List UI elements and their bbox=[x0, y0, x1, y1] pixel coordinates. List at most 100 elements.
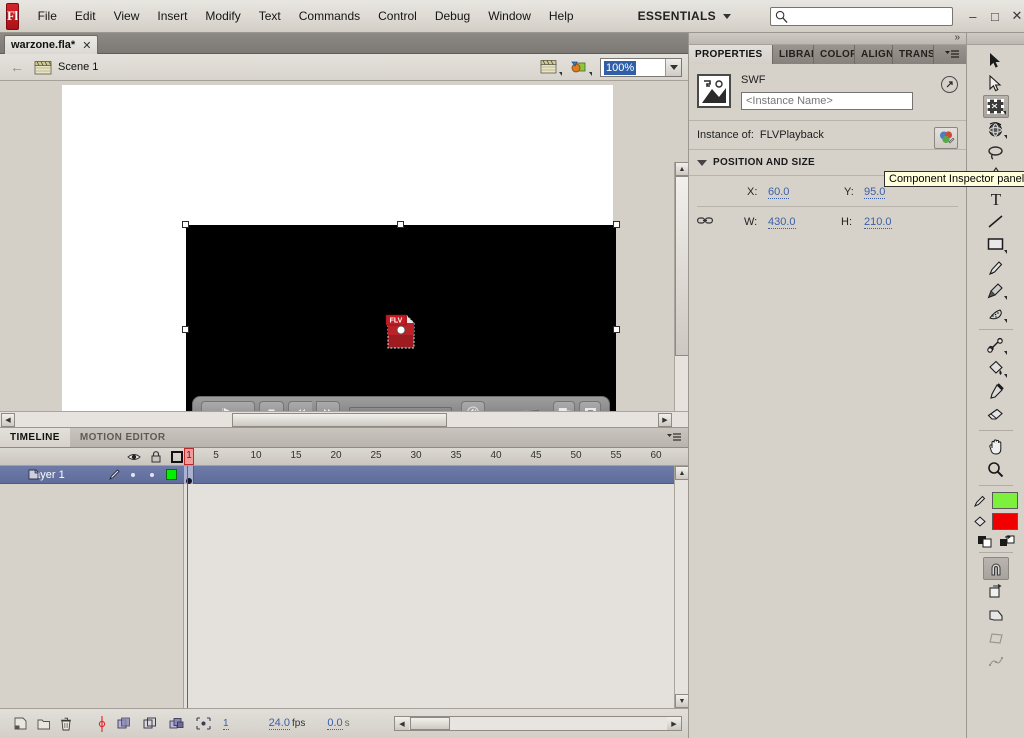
menu-modify[interactable]: Modify bbox=[196, 6, 249, 26]
fill-color-swatch[interactable] bbox=[992, 513, 1018, 530]
tab-timeline[interactable]: TIMELINE bbox=[0, 428, 70, 447]
eyedropper-tool[interactable] bbox=[983, 380, 1009, 403]
menu-view[interactable]: View bbox=[105, 6, 149, 26]
minimize-button[interactable]: – bbox=[963, 7, 983, 25]
tool-submenu-arrow-icon-6[interactable] bbox=[1003, 319, 1007, 323]
scroll-v-thumb[interactable] bbox=[675, 176, 688, 356]
tool-submenu-arrow-icon-7[interactable] bbox=[1003, 351, 1007, 355]
black-and-white-icon[interactable] bbox=[977, 535, 993, 548]
menu-window[interactable]: Window bbox=[479, 6, 540, 26]
selection-handle-tr[interactable] bbox=[613, 221, 620, 228]
zoom-dropdown-button[interactable] bbox=[665, 59, 681, 76]
menu-insert[interactable]: Insert bbox=[148, 6, 196, 26]
scroll-left-arrow[interactable]: ◀ bbox=[1, 413, 15, 427]
new-layer-icon[interactable] bbox=[14, 717, 28, 730]
menu-debug[interactable]: Debug bbox=[426, 6, 479, 26]
menu-commands[interactable]: Commands bbox=[290, 6, 369, 26]
scroll-up-arrow[interactable]: ▲ bbox=[675, 162, 688, 176]
snap-to-objects-option[interactable] bbox=[982, 557, 1009, 580]
edit-in-new-window-icon[interactable] bbox=[941, 76, 958, 93]
disclosure-triangle-icon[interactable] bbox=[697, 159, 707, 166]
menu-text[interactable]: Text bbox=[250, 6, 290, 26]
selection-tool[interactable] bbox=[983, 49, 1009, 72]
position-and-size-section-header[interactable]: POSITION AND SIZE bbox=[689, 152, 966, 173]
timeline-layer-row[interactable]: Layer 1 bbox=[0, 466, 674, 484]
tab-properties[interactable]: PROPERTIES bbox=[689, 45, 773, 64]
timeline-scroll-left-arrow[interactable]: ◀ bbox=[395, 717, 409, 730]
selection-handle-mr[interactable] bbox=[613, 326, 620, 333]
layer-outline-color-swatch[interactable] bbox=[166, 469, 177, 480]
zoom-level-combo[interactable]: 100% bbox=[600, 58, 682, 77]
timeline-vertical-scrollbar[interactable]: ▲ ▼ bbox=[674, 466, 689, 708]
modify-onion-markers-icon[interactable] bbox=[196, 717, 211, 730]
spray-brush-tool[interactable] bbox=[983, 302, 1009, 325]
eraser-tool[interactable] bbox=[983, 403, 1009, 426]
line-tool[interactable] bbox=[983, 210, 1009, 233]
onion-skin-icon[interactable] bbox=[117, 717, 131, 730]
scroll-h-thumb[interactable] bbox=[232, 413, 447, 427]
current-frame-value[interactable]: 1 bbox=[223, 718, 229, 730]
timeline-scroll-right-arrow[interactable]: ▶ bbox=[667, 717, 681, 730]
menu-file[interactable]: File bbox=[29, 6, 66, 26]
stroke-color-swatch[interactable] bbox=[992, 492, 1018, 509]
panel-options-icon[interactable] bbox=[944, 49, 960, 62]
fps-indicator[interactable]: 24.0 fps bbox=[268, 717, 305, 730]
flvplayback-instance[interactable]: FLV bbox=[182, 221, 620, 426]
stage-area[interactable]: FLV ▲ bbox=[0, 81, 688, 426]
layer-visibility-dot[interactable] bbox=[131, 472, 135, 477]
edit-symbols-icon[interactable] bbox=[570, 59, 592, 77]
trash-icon[interactable] bbox=[60, 717, 72, 731]
distort-option[interactable] bbox=[983, 626, 1009, 649]
pencil-tool[interactable] bbox=[983, 256, 1009, 279]
timeline-scroll-down-arrow[interactable]: ▼ bbox=[675, 694, 689, 708]
panel-menu-icon[interactable] bbox=[666, 432, 682, 446]
stage-canvas[interactable]: FLV bbox=[62, 85, 620, 426]
free-transform-tool[interactable] bbox=[982, 95, 1009, 118]
fps-value[interactable]: 24.0 bbox=[268, 717, 290, 730]
tab-color[interactable]: COLOR bbox=[814, 45, 855, 64]
instance-name-input[interactable] bbox=[741, 92, 913, 110]
center-frame-icon[interactable] bbox=[97, 715, 107, 732]
timeline-scroll-up-arrow[interactable]: ▲ bbox=[675, 466, 689, 480]
tool-submenu-arrow-icon-5[interactable] bbox=[1003, 296, 1007, 300]
tool-submenu-arrow-icon-4[interactable] bbox=[1003, 250, 1007, 254]
frames-grid-background[interactable] bbox=[184, 484, 674, 708]
w-value[interactable]: 430.0 bbox=[768, 216, 796, 229]
scroll-right-arrow[interactable]: ▶ bbox=[658, 413, 672, 427]
stage-vertical-scrollbar[interactable]: ▲ ▼ bbox=[674, 162, 688, 426]
search-input[interactable] bbox=[769, 6, 953, 26]
text-tool[interactable]: T bbox=[983, 187, 1009, 210]
new-folder-icon[interactable] bbox=[37, 717, 51, 730]
scene-label[interactable]: Scene 1 bbox=[58, 61, 98, 73]
edit-scene-icon[interactable] bbox=[540, 59, 562, 77]
edit-multiple-frames-icon[interactable] bbox=[169, 717, 184, 730]
hand-tool[interactable] bbox=[983, 435, 1009, 458]
zoom-input[interactable]: 100% bbox=[601, 59, 665, 76]
menu-edit[interactable]: Edit bbox=[66, 6, 105, 26]
workspace-switcher[interactable]: ESSENTIALS bbox=[633, 7, 736, 25]
scale-option[interactable] bbox=[983, 603, 1009, 626]
tab-transform[interactable]: TRANS bbox=[893, 45, 934, 64]
onion-outline-icon[interactable] bbox=[143, 717, 157, 730]
tools-panel-grip[interactable] bbox=[967, 33, 1024, 45]
flash-logo-icon[interactable]: Fl bbox=[6, 2, 19, 30]
bone-tool[interactable] bbox=[983, 334, 1009, 357]
menu-help[interactable]: Help bbox=[540, 6, 583, 26]
tool-submenu-arrow-icon-2[interactable] bbox=[1003, 135, 1007, 139]
selection-handle-tl[interactable] bbox=[182, 221, 189, 228]
tab-align[interactable]: ALIGN bbox=[855, 45, 893, 64]
paint-bucket-tool[interactable] bbox=[983, 357, 1009, 380]
selection-handle-tc[interactable] bbox=[397, 221, 404, 228]
outline-icon[interactable] bbox=[171, 451, 183, 463]
tab-library[interactable]: LIBRAI bbox=[773, 45, 814, 64]
back-arrow-icon[interactable]: ← bbox=[10, 59, 24, 75]
document-tab-warzone[interactable]: warzone.fla* ✕ bbox=[4, 35, 99, 54]
rotate-option[interactable] bbox=[983, 580, 1009, 603]
layer-lock-dot[interactable] bbox=[150, 472, 154, 477]
lock-icon[interactable] bbox=[151, 451, 161, 463]
component-inspector-icon[interactable] bbox=[934, 127, 958, 149]
brush-tool[interactable] bbox=[983, 279, 1009, 302]
stage-horizontal-scrollbar[interactable]: ◀ ▶ bbox=[0, 411, 688, 427]
y-value[interactable]: 95.0 bbox=[864, 186, 886, 199]
3d-rotation-tool[interactable] bbox=[983, 118, 1009, 141]
